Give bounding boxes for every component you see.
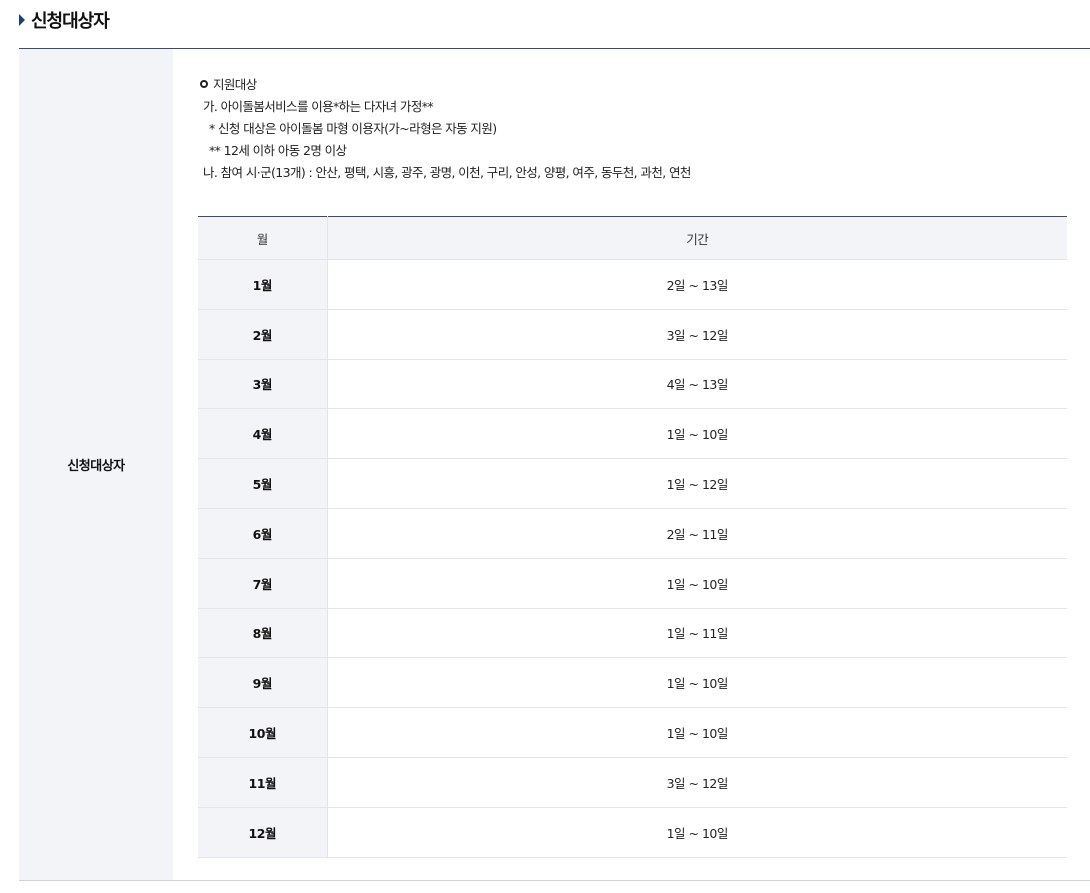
month-cell: 1월 xyxy=(198,259,328,310)
period-cell: 1일 ~ 10일 xyxy=(327,558,1067,609)
info-line-a: 가. 아이돌봄서비스를 이용*하는 다자녀 가정** xyxy=(203,99,434,114)
table-header-row: 월 기간 xyxy=(198,216,1067,260)
table-row: 12월 1일 ~ 10일 xyxy=(198,807,1067,858)
period-cell: 1일 ~ 10일 xyxy=(327,707,1067,758)
info-frame: 신청대상자 지원대상 가. 아이돌봄서비스를 이용*하는 다자녀 가정** * … xyxy=(19,48,1090,881)
section-title: 신청대상자 xyxy=(31,11,110,32)
period-cell: 1일 ~ 10일 xyxy=(327,657,1067,709)
month-cell: 2월 xyxy=(198,309,328,360)
table-row: 10월 1일 ~ 10일 xyxy=(198,707,1067,758)
period-cell: 1일 ~ 12일 xyxy=(327,458,1067,509)
table-row: 7월 1일 ~ 10일 xyxy=(198,558,1067,609)
table-row: 4월 1일 ~ 10일 xyxy=(198,408,1067,460)
schedule-table: 월 기간 1월 2일 ~ 13일 2월 3일 ~ 12일 3월 4일 ~ 13일 4월 1일 … xyxy=(198,216,1067,858)
month-cell: 7월 xyxy=(198,558,328,609)
month-cell: 11월 xyxy=(198,757,328,808)
info-note-1: * 신청 대상은 아이돌봄 마형 이용자(가~라형은 자동 지원) xyxy=(209,121,497,136)
triangle-bullet-icon xyxy=(19,14,25,26)
frame-body: 지원대상 가. 아이돌봄서비스를 이용*하는 다자녀 가정** * 신청 대상은… xyxy=(173,49,1090,880)
period-cell: 1일 ~ 11일 xyxy=(327,608,1067,659)
info-heading-line: 지원대상 xyxy=(198,74,691,96)
month-cell: 10월 xyxy=(198,707,328,758)
table-row: 8월 1일 ~ 11일 xyxy=(198,608,1067,659)
period-cell: 1일 ~ 10일 xyxy=(327,408,1067,460)
table-row: 6월 2일 ~ 11일 xyxy=(198,508,1067,559)
month-cell: 12월 xyxy=(198,807,328,858)
month-cell: 3월 xyxy=(198,359,328,410)
info-line-b: 나. 참여 시·군(13개) : 안산, 평택, 시흥, 광주, 광명, 이천,… xyxy=(203,165,691,180)
period-cell: 1일 ~ 10일 xyxy=(327,807,1067,858)
month-cell: 9월 xyxy=(198,657,328,709)
table-row: 3월 4일 ~ 13일 xyxy=(198,359,1067,410)
month-cell: 5월 xyxy=(198,458,328,509)
info-heading: 지원대상 xyxy=(213,77,257,92)
period-cell: 4일 ~ 13일 xyxy=(327,359,1067,410)
schedule-table-body: 1월 2일 ~ 13일 2월 3일 ~ 12일 3월 4일 ~ 13일 4월 1일 ~ 10일… xyxy=(198,259,1067,858)
table-row: 11월 3일 ~ 12일 xyxy=(198,757,1067,808)
month-cell: 8월 xyxy=(198,608,328,659)
period-cell: 3일 ~ 12일 xyxy=(327,309,1067,360)
info-note-2: ** 12세 이하 아동 2명 이상 xyxy=(209,143,347,158)
frame-label: 신청대상자 xyxy=(19,49,173,880)
month-cell: 4월 xyxy=(198,408,328,460)
period-cell: 3일 ~ 12일 xyxy=(327,757,1067,808)
section-header: 신청대상자 xyxy=(19,6,110,34)
period-cell: 2일 ~ 11일 xyxy=(327,508,1067,559)
month-cell: 6월 xyxy=(198,508,328,559)
header-month: 월 xyxy=(198,216,328,260)
period-cell: 2일 ~ 13일 xyxy=(327,259,1067,310)
circle-bullet-icon xyxy=(200,80,208,88)
table-row: 2월 3일 ~ 12일 xyxy=(198,309,1067,360)
eligibility-info: 지원대상 가. 아이돌봄서비스를 이용*하는 다자녀 가정** * 신청 대상은… xyxy=(198,74,691,184)
table-row: 9월 1일 ~ 10일 xyxy=(198,657,1067,709)
table-row: 5월 1일 ~ 12일 xyxy=(198,458,1067,509)
header-period: 기간 xyxy=(327,216,1067,260)
table-row: 1월 2일 ~ 13일 xyxy=(198,259,1067,310)
